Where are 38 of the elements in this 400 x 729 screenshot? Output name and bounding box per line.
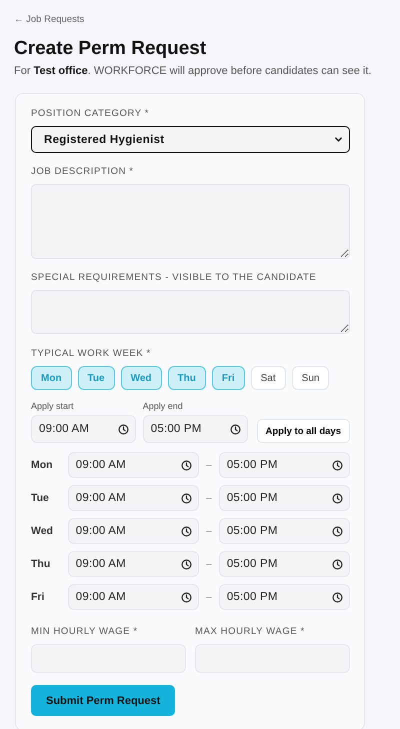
time-field[interactable]: 09:00 AM [68, 452, 199, 478]
back-link[interactable]: ← Job Requests [14, 14, 84, 25]
day-label: Wed [31, 525, 54, 537]
day-label: Fri [31, 591, 46, 603]
field-label: JOB DESCRIPTION * [31, 166, 135, 178]
time-field[interactable]: 05:00 PM [218, 584, 350, 610]
day-toggle[interactable]: Sat [250, 366, 286, 390]
field-label: MAX HOURLY WAGE * [195, 626, 306, 638]
submit-button[interactable]: Submit Perm Request [31, 685, 176, 716]
range-separator: – [205, 492, 213, 504]
time-field[interactable]: 05:00 PM [218, 485, 350, 511]
page-subtitle: For Test office. WORKFORCE will approve before candidates can see it. [14, 65, 372, 77]
time-field[interactable]: 09:00 AM [68, 518, 199, 544]
apply-all-button[interactable]: Apply to all days [256, 419, 350, 443]
range-separator: – [205, 526, 213, 536]
category-select[interactable]: Registered Hygienist [31, 126, 350, 153]
time-field[interactable]: 09:00 AM [68, 584, 199, 610]
time-field[interactable]: 05:00 PM [218, 518, 350, 544]
day-label: Mon [31, 459, 54, 471]
field-label: Apply end [142, 401, 184, 411]
time-field[interactable]: 09:00 AM [68, 551, 199, 577]
day-toggle[interactable]: Sun [292, 366, 330, 390]
time-field[interactable]: 05:00 PM [218, 452, 350, 478]
field-label: Apply start [31, 401, 75, 411]
day-label: Tue [31, 492, 50, 504]
range-separator: – [205, 558, 213, 570]
day-label: Thu [31, 558, 52, 570]
range-separator: – [205, 460, 213, 470]
time-field[interactable]: 05:00 PM [218, 551, 350, 577]
field-label: SPECIAL REQUIREMENTS - VISIBLE TO THE CANDIDATE [31, 272, 318, 284]
time-field[interactable]: 09:00 AM [31, 415, 136, 443]
field-label: TYPICAL WORK WEEK * [31, 348, 152, 360]
time-field[interactable]: 09:00 AM [68, 485, 199, 511]
page-title: Create Perm Request [14, 38, 208, 60]
time-field[interactable]: 05:00 PM [142, 415, 248, 443]
field-label: POSITION CATEGORY * [31, 108, 150, 120]
field-label: MIN HOURLY WAGE * [31, 626, 139, 638]
range-separator: – [205, 592, 213, 602]
